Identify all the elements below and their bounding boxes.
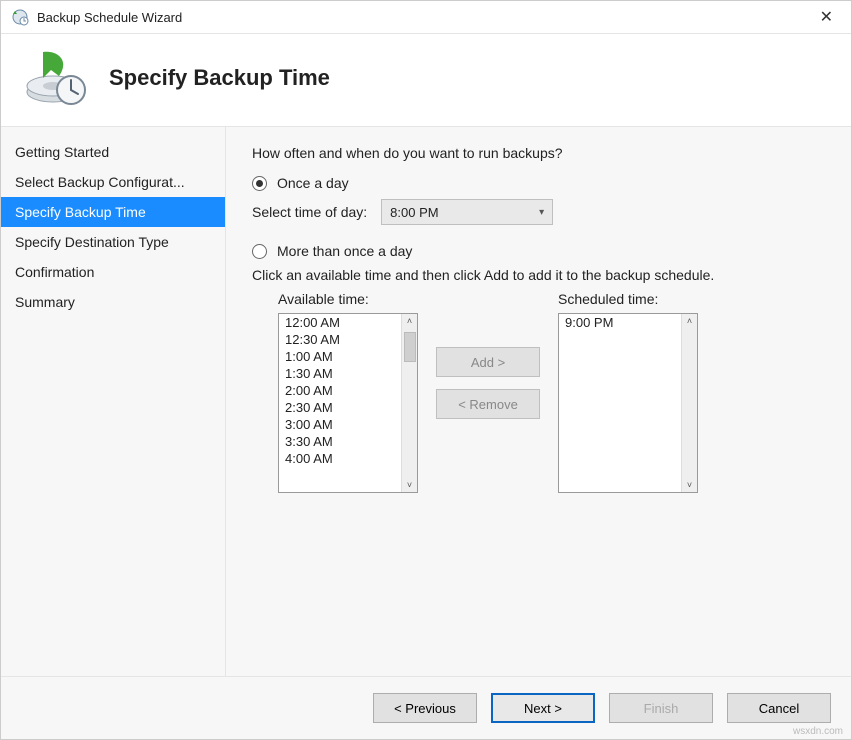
wizard-steps-sidebar: Getting Started Select Backup Configurat… bbox=[1, 127, 226, 676]
radio-more-than-once[interactable] bbox=[252, 244, 267, 259]
available-time-items: 12:00 AM 12:30 AM 1:00 AM 1:30 AM 2:00 A… bbox=[279, 314, 401, 492]
cancel-button[interactable]: Cancel bbox=[727, 693, 831, 723]
window-title: Backup Schedule Wizard bbox=[37, 10, 812, 25]
chevron-down-icon: ▾ bbox=[539, 207, 544, 218]
titlebar: Backup Schedule Wizard ✕ bbox=[1, 1, 851, 34]
close-icon[interactable]: ✕ bbox=[812, 7, 841, 27]
wizard-header: Specify Backup Time bbox=[1, 34, 851, 126]
sidebar-item-getting-started[interactable]: Getting Started bbox=[1, 137, 225, 167]
scheduled-time-label: Scheduled time: bbox=[558, 291, 698, 307]
scheduled-time-column: Scheduled time: 9:00 PM ˄ ˅ bbox=[558, 291, 698, 493]
time-of-day-dropdown[interactable]: 8:00 PM ▾ bbox=[381, 199, 553, 225]
wizard-icon bbox=[21, 48, 93, 108]
add-remove-buttons: Add > < Remove bbox=[418, 291, 558, 425]
radio-more-than-once-label: More than once a day bbox=[277, 243, 412, 259]
scrollbar[interactable]: ˄ ˅ bbox=[401, 314, 417, 492]
sidebar-item-specify-backup-time[interactable]: Specify Backup Time bbox=[1, 197, 225, 227]
available-time-label: Available time: bbox=[278, 291, 418, 307]
remove-button[interactable]: < Remove bbox=[436, 389, 540, 419]
instruction-text: Click an available time and then click A… bbox=[252, 267, 825, 283]
list-item[interactable]: 12:30 AM bbox=[279, 331, 401, 348]
list-item[interactable]: 1:30 AM bbox=[279, 365, 401, 382]
scroll-thumb[interactable] bbox=[404, 332, 416, 362]
list-item[interactable]: 4:00 AM bbox=[279, 450, 401, 467]
wizard-content: How often and when do you want to run ba… bbox=[226, 127, 851, 676]
time-of-day-value: 8:00 PM bbox=[390, 205, 438, 220]
scheduled-time-listbox[interactable]: 9:00 PM ˄ ˅ bbox=[558, 313, 698, 493]
next-button[interactable]: Next > bbox=[491, 693, 595, 723]
previous-button[interactable]: < Previous bbox=[373, 693, 477, 723]
select-time-label: Select time of day: bbox=[252, 204, 367, 220]
time-of-day-row: Select time of day: 8:00 PM ▾ bbox=[252, 199, 825, 225]
sidebar-item-confirmation[interactable]: Confirmation bbox=[1, 257, 225, 287]
list-item[interactable]: 1:00 AM bbox=[279, 348, 401, 365]
list-item[interactable]: 3:30 AM bbox=[279, 433, 401, 450]
radio-once-a-day-row[interactable]: Once a day bbox=[252, 175, 825, 191]
wizard-footer: < Previous Next > Finish Cancel bbox=[1, 676, 851, 739]
scrollbar[interactable]: ˄ ˅ bbox=[681, 314, 697, 492]
scroll-up-icon[interactable]: ˄ bbox=[407, 314, 412, 328]
available-time-column: Available time: 12:00 AM 12:30 AM 1:00 A… bbox=[278, 291, 418, 493]
list-item[interactable]: 9:00 PM bbox=[559, 314, 681, 331]
scroll-down-icon[interactable]: ˅ bbox=[687, 478, 692, 492]
watermark: wsxdn.com bbox=[793, 726, 843, 737]
time-lists-row: Available time: 12:00 AM 12:30 AM 1:00 A… bbox=[278, 291, 825, 493]
scheduled-time-items: 9:00 PM bbox=[559, 314, 681, 492]
list-item[interactable]: 3:00 AM bbox=[279, 416, 401, 433]
finish-button: Finish bbox=[609, 693, 713, 723]
list-item[interactable]: 12:00 AM bbox=[279, 314, 401, 331]
question-text: How often and when do you want to run ba… bbox=[252, 145, 825, 161]
page-title: Specify Backup Time bbox=[109, 65, 330, 91]
sidebar-item-specify-destination-type[interactable]: Specify Destination Type bbox=[1, 227, 225, 257]
list-item[interactable]: 2:30 AM bbox=[279, 399, 401, 416]
radio-more-than-once-row[interactable]: More than once a day bbox=[252, 243, 825, 259]
wizard-body: Getting Started Select Backup Configurat… bbox=[1, 126, 851, 676]
radio-once-a-day[interactable] bbox=[252, 176, 267, 191]
wizard-window: Backup Schedule Wizard ✕ Specify Backup … bbox=[0, 0, 852, 740]
sidebar-item-summary[interactable]: Summary bbox=[1, 287, 225, 317]
scroll-down-icon[interactable]: ˅ bbox=[407, 478, 412, 492]
sidebar-item-select-backup-config[interactable]: Select Backup Configurat... bbox=[1, 167, 225, 197]
available-time-listbox[interactable]: 12:00 AM 12:30 AM 1:00 AM 1:30 AM 2:00 A… bbox=[278, 313, 418, 493]
add-button[interactable]: Add > bbox=[436, 347, 540, 377]
scroll-up-icon[interactable]: ˄ bbox=[687, 314, 692, 328]
app-icon bbox=[11, 8, 29, 26]
list-item[interactable]: 2:00 AM bbox=[279, 382, 401, 399]
radio-once-a-day-label: Once a day bbox=[277, 175, 349, 191]
